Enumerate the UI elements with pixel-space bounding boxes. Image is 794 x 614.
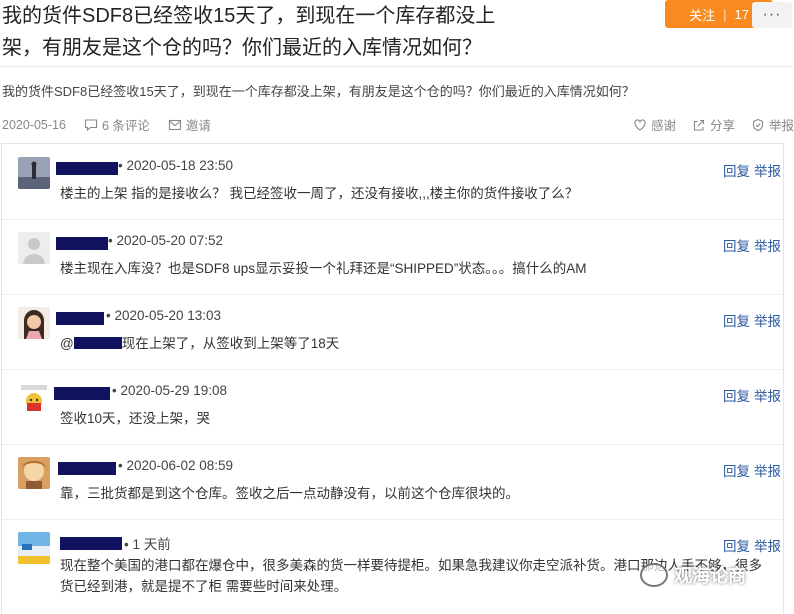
username-redacted[interactable] — [56, 162, 118, 175]
comment-time: • 2020-05-29 19:08 — [112, 383, 228, 398]
reply-link[interactable]: 回复 — [723, 310, 750, 330]
comment-actions: 回复 举报 — [723, 310, 781, 330]
avatar[interactable] — [18, 307, 50, 339]
username-redacted[interactable] — [60, 537, 122, 550]
comment-item: • 2020-05-20 07:52 回复 举报 楼主现在入库没？也是SDF8 … — [2, 219, 783, 295]
username-redacted[interactable] — [56, 237, 108, 250]
thanks-button[interactable]: 感谢 — [633, 115, 676, 134]
wechat-icon — [640, 563, 668, 587]
invite-icon — [168, 119, 181, 130]
more-options-button[interactable]: ··· — [752, 2, 792, 28]
watermark-text: 观海论商 — [674, 566, 746, 586]
comment-count-link[interactable]: 6 条评论 — [84, 115, 150, 134]
comment-time: • 2020-05-18 23:50 — [118, 158, 234, 173]
post-actions: 感谢 分享 举报 — [633, 115, 794, 134]
comment-text-body: 现在上架了，从签收到上架等了18天 — [121, 336, 340, 351]
share-label: 分享 — [709, 119, 735, 133]
reply-link[interactable]: 回复 — [723, 460, 750, 480]
follow-count: 17 — [734, 6, 749, 22]
post-date: 2020-05-16 — [2, 117, 66, 132]
reply-link[interactable]: 回复 — [723, 160, 750, 180]
comment-item: • 2020-05-29 19:08 回复 举报 签收10天，还没上架，哭 — [2, 369, 783, 445]
comment-time: • 2020-05-20 13:03 — [106, 308, 222, 323]
report-link[interactable]: 举报 — [754, 385, 781, 405]
report-label: 举报 — [768, 119, 794, 133]
report-link[interactable]: 举报 — [754, 160, 781, 180]
comment-icon — [84, 118, 98, 131]
mention-prefix: @ — [60, 336, 74, 351]
watermark: 观海论商 — [640, 562, 746, 588]
comment-time: • 2020-06-02 08:59 — [118, 458, 234, 473]
comment-time: • 1 天前 — [124, 537, 171, 552]
post-meta: 2020-05-16 6 条评论 邀请 — [2, 115, 229, 134]
comment-text: 靠，三批货都是到这个仓库。签收之后一点动静没有，以前这个仓库很块的。 — [60, 486, 519, 501]
comment-count: 6 条评论 — [101, 119, 150, 133]
report-link[interactable]: 举报 — [754, 235, 781, 255]
reply-link[interactable]: 回复 — [723, 385, 750, 405]
comment-item: • 2020-05-18 23:50 回复 举报 楼主的上架 指的是接收么？ 我… — [2, 144, 783, 220]
avatar[interactable] — [18, 232, 50, 264]
comment-text: 楼主现在入库没？也是SDF8 ups显示妥投一个礼拜还是“SHIPPED”状态。… — [60, 261, 587, 276]
report-link[interactable]: 举报 — [754, 460, 781, 480]
comment-time: • 2020-05-20 07:52 — [108, 233, 224, 248]
thanks-label: 感谢 — [650, 119, 676, 133]
comment-item: • 2020-06-02 08:59 回复 举报 靠，三批货都是到这个仓库。签收… — [2, 444, 783, 520]
comment-actions: 回复 举报 — [723, 385, 781, 405]
avatar[interactable] — [18, 382, 50, 414]
invite-button[interactable]: 邀请 — [168, 115, 211, 134]
username-redacted[interactable] — [58, 462, 116, 475]
comment-actions: 回复 举报 — [723, 460, 781, 480]
comment-actions: 回复 举报 — [723, 160, 781, 180]
avatar[interactable] — [18, 532, 50, 564]
report-button[interactable]: 举报 — [751, 115, 794, 134]
avatar[interactable] — [18, 157, 50, 189]
invite-label: 邀请 — [185, 119, 211, 133]
comment-text: 楼主的上架 指的是接收么？ 我已经签收一周了，还没有接收,,,楼主你的货件接收了… — [60, 186, 579, 201]
username-redacted[interactable] — [54, 387, 110, 400]
share-button[interactable]: 分享 — [692, 115, 735, 134]
follow-separator: | — [723, 6, 727, 22]
reply-link[interactable]: 回复 — [723, 535, 750, 555]
heart-icon — [634, 118, 646, 131]
mention-redacted[interactable] — [73, 337, 122, 349]
comment-actions: 回复 举报 — [723, 535, 781, 555]
post-description: 我的货件SDF8已经签收15天了，到现在一个库存都没上架，有朋友是这个仓的吗？你… — [2, 84, 635, 99]
post-title: 我的货件SDF8已经签收15天了，到现在一个库存都没上架，有朋友是这个仓的吗？你… — [2, 5, 496, 59]
report-link[interactable]: 举报 — [754, 535, 781, 555]
follow-label: 关注 — [689, 7, 716, 23]
avatar[interactable] — [18, 457, 50, 489]
report-link[interactable]: 举报 — [754, 310, 781, 330]
comment-actions: 回复 举报 — [723, 235, 781, 255]
share-icon — [693, 119, 705, 131]
username-redacted[interactable] — [56, 312, 104, 325]
report-icon — [752, 118, 764, 131]
divider — [0, 66, 794, 67]
comment-item: • 2020-05-20 13:03 回复 举报 @ 现在上架了，从签收到上架等了… — [2, 294, 783, 370]
comment-text: 签收10天，还没上架，哭 — [60, 411, 211, 426]
comment-list: • 2020-05-18 23:50 回复 举报 楼主的上架 指的是接收么？ 我… — [1, 143, 784, 614]
comment-text: @ 现在上架了，从签收到上架等了18天 — [60, 332, 339, 352]
reply-link[interactable]: 回复 — [723, 235, 750, 255]
